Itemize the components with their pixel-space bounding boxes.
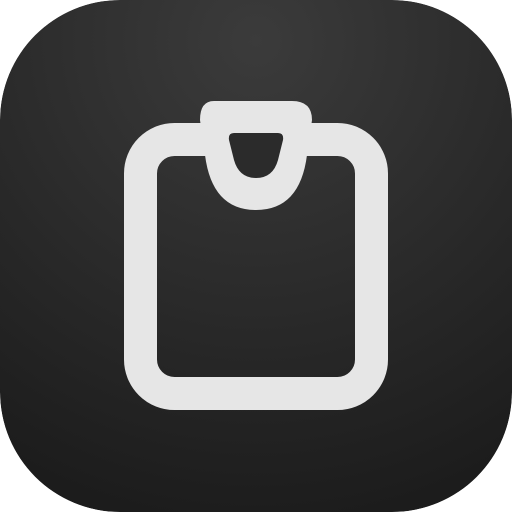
app-icon[interactable] [0, 0, 512, 512]
app-icon-background [0, 0, 512, 512]
app-icon-graphic [0, 0, 512, 512]
